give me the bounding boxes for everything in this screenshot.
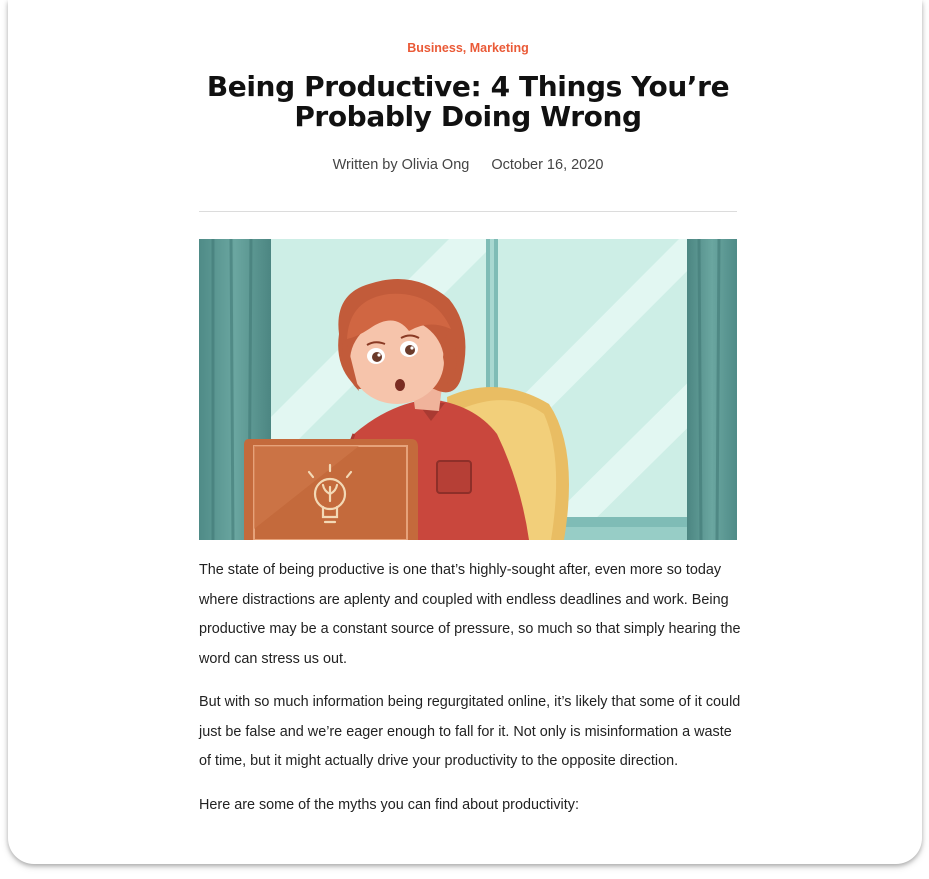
article-meta: Written by Olivia Ong October 16, 2020	[199, 157, 737, 173]
article-paragraph: But with so much information being regur…	[199, 694, 741, 769]
publish-date: October 16, 2020	[491, 157, 604, 173]
category-separator: ,	[462, 41, 470, 55]
article-paragraph: Here are some of the myths you can find …	[199, 796, 579, 813]
article-title: Being Productive: 4 Things You’re Probab…	[169, 72, 767, 132]
category-list: Business, Marketing	[199, 41, 737, 55]
title-line-2: Probably Doing Wrong	[294, 100, 642, 133]
page-frame: Business, Marketing Being Productive: 4 …	[8, 0, 922, 864]
author-byline[interactable]: Written by Olivia Ong	[333, 157, 470, 173]
category-link-marketing[interactable]: Marketing	[470, 41, 529, 55]
hero-image	[199, 239, 737, 540]
article-body: The state of being productive is one tha…	[199, 556, 744, 834]
article-paragraph: The state of being productive is one tha…	[199, 562, 741, 667]
title-line-1: Being Productive: 4 Things You’re	[206, 70, 730, 103]
category-link-business[interactable]: Business	[407, 41, 463, 55]
divider	[199, 211, 737, 212]
